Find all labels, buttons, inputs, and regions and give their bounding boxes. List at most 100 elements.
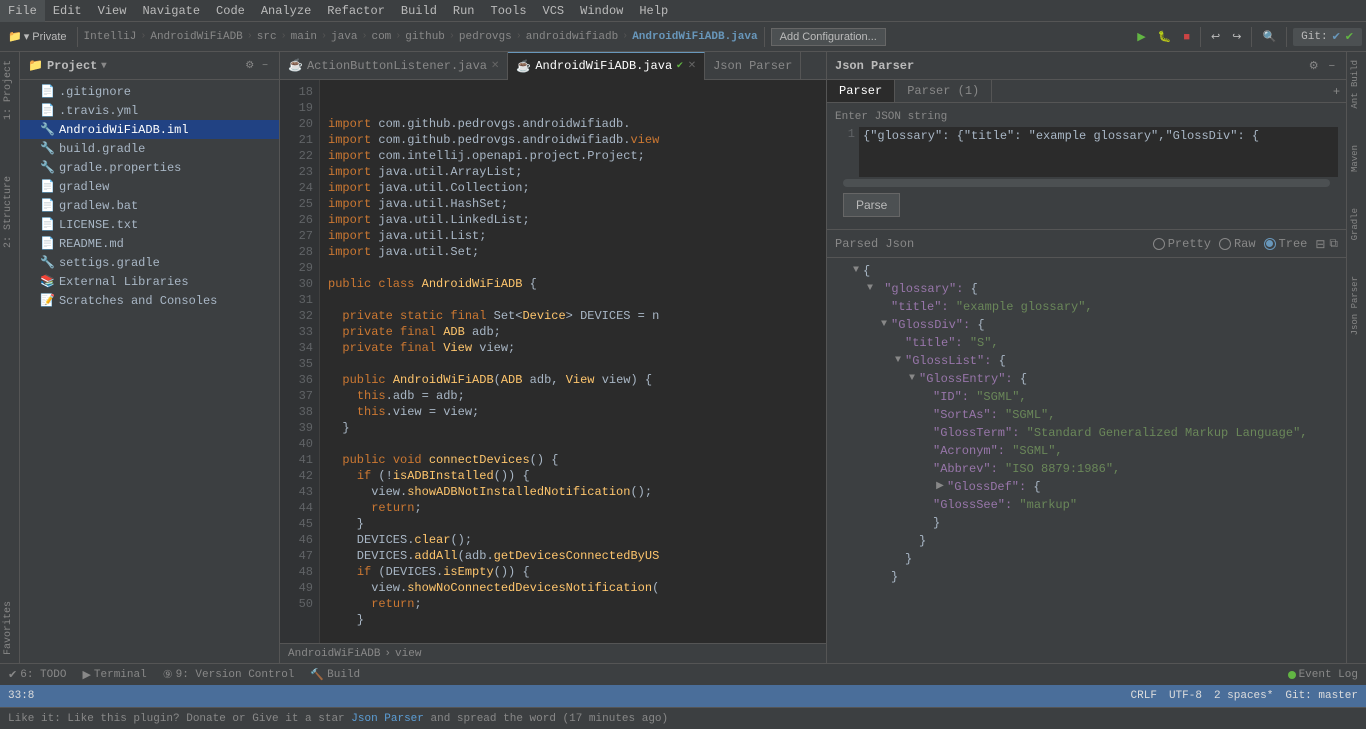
tree-node-title: "title": "example glossary", <box>835 298 1338 316</box>
file-icon: 🔧 <box>40 160 55 175</box>
tree-item-license[interactable]: 📄 LICENSE.txt <box>20 215 279 234</box>
view-tree[interactable]: Tree <box>1264 237 1308 251</box>
status-indent[interactable]: 2 spaces* <box>1214 690 1273 702</box>
right-panel-settings[interactable]: ⚙ <box>1306 58 1322 73</box>
code-editor[interactable]: 1819202122 2324252627 2829303132 3334353… <box>280 80 826 643</box>
parser-tab-1[interactable]: Parser <box>827 80 895 102</box>
vtab-favorites[interactable]: Favorites <box>0 593 19 663</box>
bottom-tab-build[interactable]: 🔨 Build <box>306 668 364 682</box>
tab-json-parser[interactable]: Json Parser <box>705 52 801 80</box>
tree-node-glossary: ▼ "glossary": { <box>835 280 1338 298</box>
menu-analyze[interactable]: Analyze <box>253 0 319 22</box>
json-input-textarea[interactable] <box>859 127 1338 177</box>
tree-item-external-libs[interactable]: 📚 External Libraries <box>20 272 279 291</box>
sidebar-settings-button[interactable]: ⚙ <box>242 59 257 72</box>
separator2 <box>764 27 765 47</box>
notification-link[interactable]: Json Parser <box>351 713 424 725</box>
undo-button[interactable]: ↩ <box>1207 28 1224 45</box>
menu-build[interactable]: Build <box>393 0 445 22</box>
tab-close-wifi[interactable]: ✕ <box>688 60 696 72</box>
copy-button[interactable]: ⧉ <box>1329 236 1338 251</box>
tree-item-gitignore[interactable]: 📄 .gitignore <box>20 82 279 101</box>
status-encoding[interactable]: UTF-8 <box>1169 690 1202 702</box>
tree-radio[interactable] <box>1264 238 1276 250</box>
menu-vcs[interactable]: VCS <box>535 0 573 22</box>
tree-item-readme[interactable]: 📄 README.md <box>20 234 279 253</box>
menu-refactor[interactable]: Refactor <box>319 0 393 22</box>
separator <box>77 27 78 47</box>
toggle-glossdiv[interactable]: ▼ <box>877 316 891 334</box>
tab-action-button-listener[interactable]: ☕ ActionButtonListener.java ✕ <box>280 52 508 80</box>
collapse-all-button[interactable]: ⊟ <box>1315 236 1325 251</box>
tab-close-action[interactable]: ✕ <box>491 60 499 72</box>
tree-item-settigs[interactable]: 🔧 settigs.gradle <box>20 253 279 272</box>
project-dropdown[interactable]: 📁 ▾ Private <box>4 28 71 45</box>
parser-tabs: Parser Parser (1) + <box>827 80 1346 103</box>
toggle-glosslist[interactable]: ▼ <box>891 352 905 370</box>
menu-file[interactable]: File <box>0 0 45 22</box>
terminal-icon: ▶ <box>82 668 90 682</box>
tab-android-wifi-adb[interactable]: ☕ AndroidWiFiADB.java ✔ ✕ <box>508 52 705 80</box>
redo-button[interactable]: ↪ <box>1228 28 1245 45</box>
menubar: File Edit View Navigate Code Analyze Ref… <box>0 0 1366 22</box>
line-numbers: 1819202122 2324252627 2829303132 3334353… <box>280 80 320 643</box>
bottom-tab-version-control[interactable]: ⑨ 9: Version Control <box>159 668 299 682</box>
view-pretty[interactable]: Pretty <box>1153 237 1211 251</box>
raw-radio[interactable] <box>1219 238 1231 250</box>
vtab-gradle[interactable]: Gradle <box>1347 200 1366 248</box>
menu-help[interactable]: Help <box>631 0 676 22</box>
menu-code[interactable]: Code <box>208 0 253 22</box>
status-git-branch[interactable]: Git: master <box>1285 690 1358 702</box>
vertical-tabs-left: 1: Project 2: Structure Favorites <box>0 52 20 663</box>
run-button[interactable]: ▶ <box>1133 28 1149 45</box>
tree-node-title-s: "title": "S", <box>835 334 1338 352</box>
bottom-tabs: ✔ 6: TODO ▶ Terminal ⑨ 9: Version Contro… <box>0 663 1366 685</box>
search-button[interactable]: 🔍 <box>1258 28 1280 45</box>
status-left: 33:8 <box>8 690 34 702</box>
menu-view[interactable]: View <box>90 0 135 22</box>
tree-item-scratches[interactable]: 📝 Scratches and Consoles <box>20 291 279 310</box>
toggle-glossentry[interactable]: ▼ <box>905 370 919 388</box>
add-configuration-button[interactable]: Add Configuration... <box>771 28 886 46</box>
folder-icon: 📁 <box>28 58 43 73</box>
debug-button[interactable]: 🐛 <box>1154 28 1176 45</box>
vtab-ant[interactable]: Ant Build <box>1347 52 1366 117</box>
status-line-ending[interactable]: CRLF <box>1131 690 1157 702</box>
view-raw[interactable]: Raw <box>1219 237 1256 251</box>
add-parser-tab[interactable]: + <box>1327 80 1346 102</box>
tree-item-gradle-props[interactable]: 🔧 gradle.properties <box>20 158 279 177</box>
menu-run[interactable]: Run <box>445 0 483 22</box>
toggle-root[interactable]: ▼ <box>849 262 863 280</box>
bottom-tab-todo[interactable]: ✔ 6: TODO <box>4 668 70 682</box>
vtab-json-parser[interactable]: Json Parser <box>1347 268 1366 343</box>
tree-item-build-gradle[interactable]: 🔧 build.gradle <box>20 139 279 158</box>
right-panel-close[interactable]: − <box>1326 58 1338 73</box>
parser-tab-2[interactable]: Parser (1) <box>895 80 992 102</box>
tree-item-gradlew[interactable]: 📄 gradlew <box>20 177 279 196</box>
pretty-radio[interactable] <box>1153 238 1165 250</box>
sidebar-collapse-button[interactable]: − <box>259 59 271 72</box>
code-content[interactable]: import com.github.pedrovgs.androidwifiad… <box>320 80 826 643</box>
vtab-project[interactable]: 1: Project <box>0 52 19 128</box>
bottom-tab-event-log[interactable]: Event Log <box>1284 669 1362 681</box>
vtab-maven[interactable]: Maven <box>1347 137 1366 180</box>
tree-close4: } <box>835 568 1338 586</box>
menu-navigate[interactable]: Navigate <box>134 0 208 22</box>
parsed-json-section: Parsed Json Pretty Raw Tree <box>827 230 1346 663</box>
bottom-tab-terminal[interactable]: ▶ Terminal <box>78 668 150 682</box>
vtab-structure[interactable]: 2: Structure <box>0 168 19 256</box>
menu-window[interactable]: Window <box>572 0 631 22</box>
json-parser-panel: Json Parser ⚙ − Parser Parser (1) + Ente… <box>826 52 1346 663</box>
menu-tools[interactable]: Tools <box>483 0 535 22</box>
stop-button[interactable]: ■ <box>1179 29 1194 45</box>
menu-edit[interactable]: Edit <box>45 0 90 22</box>
event-log-dot <box>1288 671 1296 679</box>
parse-button[interactable]: Parse <box>843 193 900 217</box>
json-scrollbar[interactable] <box>843 179 1330 187</box>
toggle-glossdef[interactable]: ▶ <box>933 478 947 496</box>
editor-breadcrumb: AndroidWiFiADB › view <box>280 643 826 663</box>
tree-item-travis[interactable]: 📄 .travis.yml <box>20 101 279 120</box>
tree-item-iml[interactable]: 🔧 AndroidWiFiADB.iml <box>20 120 279 139</box>
toggle-glossary[interactable]: ▼ <box>863 280 877 298</box>
tree-item-gradlew-bat[interactable]: 📄 gradlew.bat <box>20 196 279 215</box>
